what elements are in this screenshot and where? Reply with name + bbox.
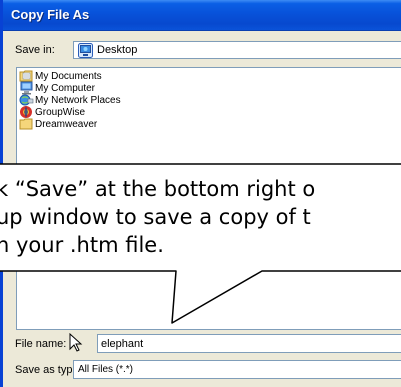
callout-line-2: up window to save a copy of t <box>0 205 311 229</box>
callout-line-3: n your .htm file. <box>0 233 164 257</box>
callout-line-1: k “Save” at the bottom right o <box>0 177 316 201</box>
